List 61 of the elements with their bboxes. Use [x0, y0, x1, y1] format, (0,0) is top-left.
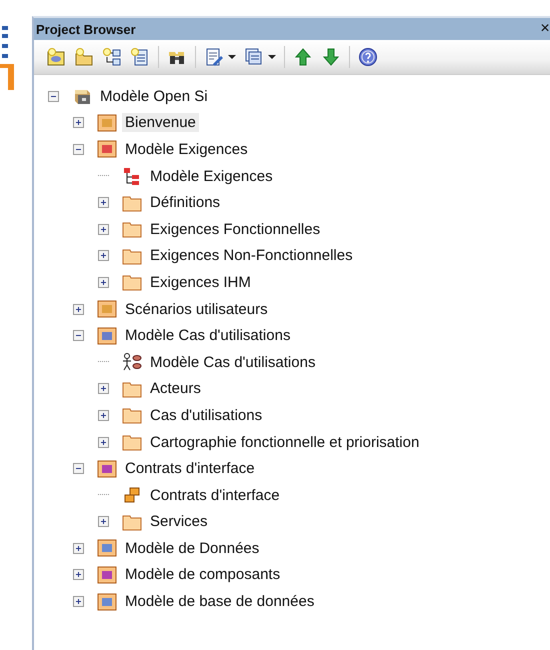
package-icon: [97, 592, 117, 612]
new-diagram-icon[interactable]: [102, 47, 122, 67]
expand-icon[interactable]: [98, 436, 109, 448]
tree-item[interactable]: Modèle Exigences: [122, 140, 251, 159]
tree-item[interactable]: Modèle Cas d'utilisations: [122, 326, 294, 346]
tree-item[interactable]: Modèle Exigences: [147, 166, 276, 186]
expand-icon[interactable]: [73, 117, 84, 128]
tree-item[interactable]: Modèle Cas d'utilisations: [147, 352, 318, 372]
document-edit-icon[interactable]: [204, 47, 224, 67]
tree-item[interactable]: Définitions: [147, 193, 224, 212]
component-diagram-icon: [122, 485, 142, 506]
tree-item[interactable]: Contrats d'interface: [122, 459, 258, 478]
new-element-icon[interactable]: [130, 47, 150, 67]
tree-item[interactable]: Exigences Non-Fonctionnelles: [147, 246, 356, 266]
expand-icon[interactable]: [98, 197, 109, 208]
collapse-icon[interactable]: [73, 144, 84, 155]
help-icon[interactable]: [358, 47, 378, 67]
caret-icon[interactable]: [228, 55, 236, 59]
close-button[interactable]: ×: [540, 20, 550, 38]
expand-icon[interactable]: [98, 224, 109, 235]
tree-item[interactable]: Bienvenue: [122, 113, 199, 132]
tree-item[interactable]: Contrats d'interface: [147, 486, 283, 505]
tree-item[interactable]: Modèle Open Si: [97, 86, 211, 106]
tree-item[interactable]: Modèle de base de données: [122, 592, 318, 612]
tree-item[interactable]: Modèle de composants: [122, 565, 284, 584]
tree-item[interactable]: Modèle de Données: [122, 538, 262, 558]
expand-icon[interactable]: [73, 569, 84, 580]
hierarchy-icon: [122, 166, 142, 186]
package-icon: [97, 326, 117, 346]
tree-item[interactable]: Acteurs: [147, 379, 204, 398]
expand-icon[interactable]: [98, 516, 109, 528]
tree-item[interactable]: Exigences Fonctionnelles: [147, 220, 324, 239]
document-stack-icon[interactable]: [244, 47, 264, 67]
expand-icon[interactable]: [73, 542, 84, 554]
expand-icon[interactable]: [98, 410, 109, 421]
tree-item[interactable]: Services: [147, 512, 211, 532]
package-icon: [97, 112, 117, 133]
tree-item[interactable]: Cas d'utilisations: [147, 406, 266, 425]
up-arrow-icon[interactable]: [293, 47, 313, 67]
caret-icon[interactable]: [268, 55, 276, 59]
package-icon: [97, 139, 117, 160]
package-icon: [97, 299, 117, 320]
package-icon: [97, 538, 117, 558]
tree-item[interactable]: Scénarios utilisateurs: [122, 300, 271, 319]
tree-item[interactable]: Exigences IHM: [147, 272, 254, 292]
expand-icon[interactable]: [98, 383, 109, 394]
down-arrow-icon[interactable]: [321, 47, 341, 67]
new-folder-icon[interactable]: [74, 47, 94, 67]
tree-item[interactable]: Cartographie fonctionnelle et priorisation: [147, 432, 422, 452]
collapse-icon[interactable]: [48, 90, 59, 102]
expand-icon[interactable]: [73, 596, 84, 608]
expand-icon[interactable]: [98, 250, 109, 262]
package-icon: [97, 458, 117, 479]
collapse-icon[interactable]: [73, 330, 84, 342]
expand-icon[interactable]: [98, 276, 109, 288]
new-model-icon[interactable]: [46, 47, 66, 67]
collapse-icon[interactable]: [73, 463, 84, 474]
panel-title: Project Browser: [36, 22, 136, 36]
expand-icon[interactable]: [73, 304, 84, 315]
actor-use-case-icon: [122, 352, 142, 372]
package-icon: [97, 564, 117, 585]
